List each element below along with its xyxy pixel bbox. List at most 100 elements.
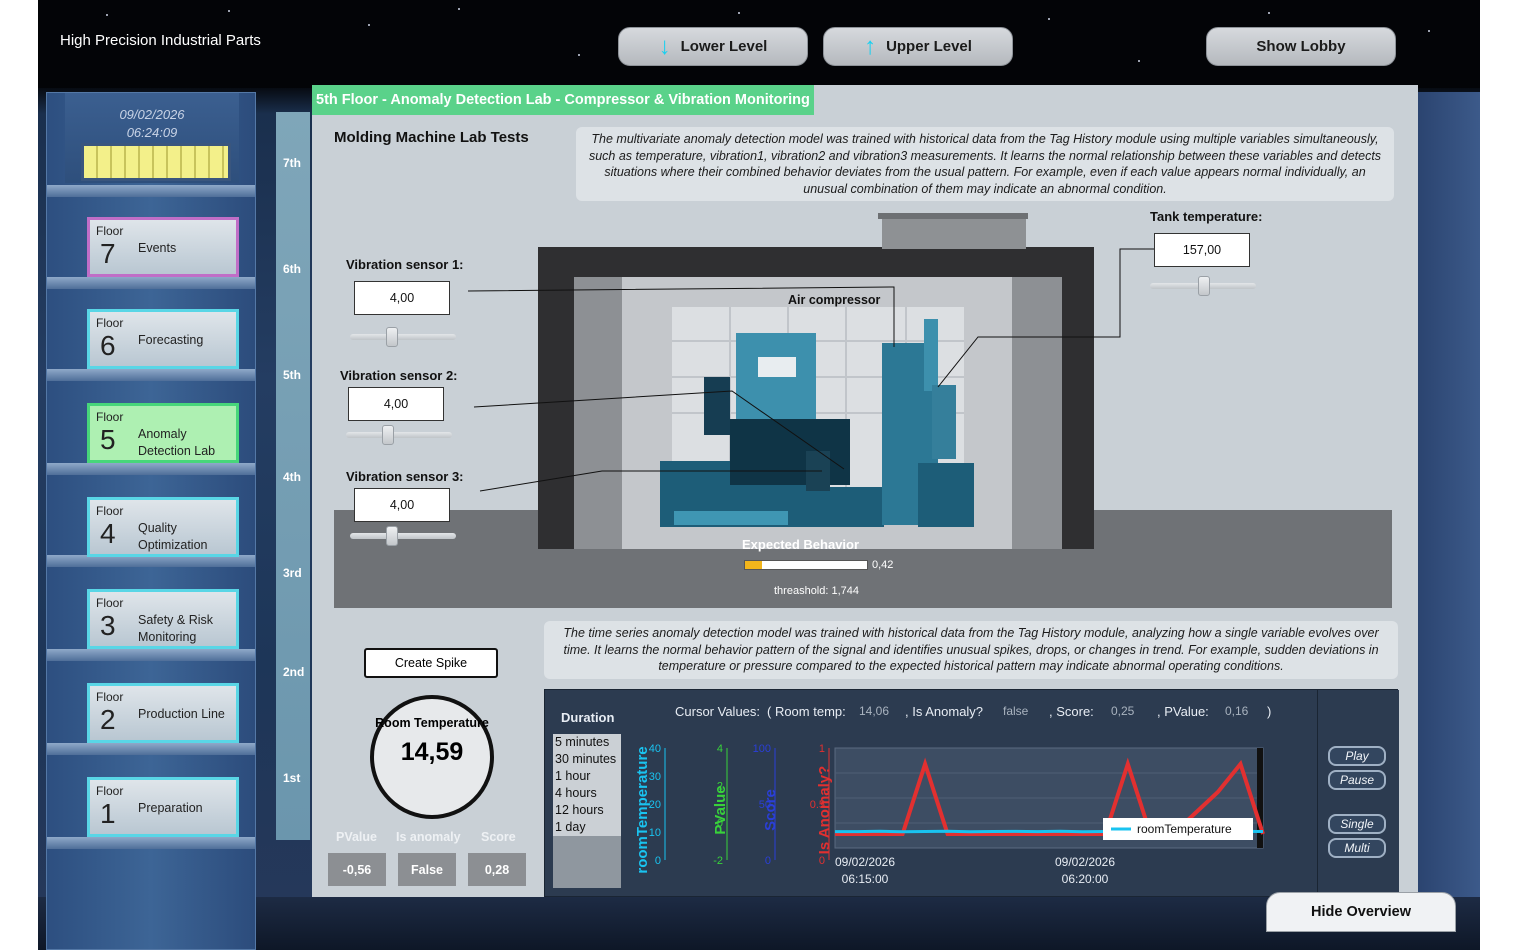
floor-card-3[interactable]: Floor 3 Safety & Risk Monitoring (87, 589, 239, 649)
axis-tick-label: 2 (717, 780, 723, 792)
pvalue-box: -0,56 (328, 853, 386, 886)
is-anomaly-label: Is anomaly (396, 830, 461, 844)
pvalue-cursor-label: , PValue: (1157, 704, 1209, 719)
arrow-down-icon: ↓ (658, 32, 671, 60)
lower-level-button[interactable]: ↓ Lower Level (618, 27, 808, 66)
floor-number: 5 (100, 424, 116, 455)
pause-button[interactable]: Pause (1328, 770, 1386, 790)
cursor-values-label: Cursor Values: (675, 704, 761, 719)
room-temperature-value: 14,59 (400, 738, 464, 766)
floor-card-6[interactable]: Floor 6 Forecasting (87, 309, 239, 369)
ledge (47, 743, 255, 755)
arrow-up-icon: ↑ (864, 32, 877, 60)
expected-behavior-bar (744, 560, 868, 570)
room-temp-label: ( Room temp: (767, 704, 846, 719)
is-anomaly-cursor-label: , Is Anomaly? (905, 704, 984, 719)
floor-name: Events (138, 241, 177, 255)
level-label-7: 7th (283, 156, 301, 170)
axis-tick-label: 40 (649, 743, 661, 755)
duration-option[interactable]: 12 hours (553, 802, 621, 819)
floor-card-5[interactable]: Floor 5 Anomaly Detection Lab (87, 403, 239, 463)
floor-label: Floor (96, 316, 124, 330)
level-label-1: 1st (283, 771, 301, 785)
tower-lit-window (81, 143, 231, 181)
ledge (47, 463, 255, 475)
score-cursor-label: , Score: (1049, 704, 1094, 719)
duration-option[interactable]: 4 hours (553, 785, 621, 802)
ledge (47, 277, 255, 289)
sensor-leader-lines (467, 248, 1154, 492)
expected-behavior-label: Expected Behavior (742, 537, 860, 552)
floor-name: Production Line (138, 707, 225, 721)
floor-label: Floor (96, 596, 124, 610)
axis-tick-label: 0 (655, 855, 661, 867)
duration-option[interactable]: 5 minutes (553, 734, 621, 751)
legend-label: roomTemperature (1137, 822, 1232, 836)
lab-panel: 5th Floor - Anomaly Detection Lab - Comp… (312, 85, 1418, 898)
duration-list[interactable]: 5 minutes 30 minutes 1 hour 4 hours 12 h… (553, 734, 621, 888)
level-label-6: 6th (283, 262, 301, 276)
is-anomaly-box: False (398, 853, 456, 886)
upper-level-button[interactable]: ↑ Upper Level (823, 27, 1013, 66)
axis-tick-label: 100 (753, 743, 771, 755)
lower-level-label: Lower Level (680, 38, 768, 55)
floor-name: Preparation (138, 801, 203, 815)
ledge (47, 837, 255, 849)
axis-tick-label: 1 (819, 743, 825, 755)
score-box: 0,28 (468, 853, 526, 886)
floor-label: Floor (96, 784, 124, 798)
floor-card-1[interactable]: Floor 1 Preparation (87, 777, 239, 837)
pvalue-label: PValue (336, 830, 377, 844)
play-button[interactable]: Play (1328, 746, 1386, 766)
floor-number: 6 (100, 330, 116, 361)
single-button[interactable]: Single (1328, 814, 1386, 834)
level-label-5: 5th (283, 368, 301, 382)
floor-card-2[interactable]: Floor 2 Production Line (87, 683, 239, 743)
room-temperature-title: Room Temperature (375, 716, 489, 730)
floor-name: Safety & Risk Monitoring (138, 613, 214, 644)
floor-number: 7 (100, 238, 116, 269)
x-tick-time: 06:20:00 (1062, 872, 1109, 886)
tower-date: 09/02/2026 (119, 107, 185, 122)
duration-option[interactable]: 30 minutes (553, 751, 621, 768)
score-cursor-value: 0,25 (1111, 704, 1135, 718)
x-tick-date: 09/02/2026 (835, 855, 895, 869)
axis-tick-label: 30 (649, 771, 661, 783)
room-temperature-gauge: Room Temperature 14,59 (370, 695, 494, 819)
floor-card-4[interactable]: Floor 4 Quality Optimization (87, 497, 239, 557)
score-label: Score (481, 830, 516, 844)
floor-label: Floor (96, 410, 124, 424)
floor-label: Floor (96, 224, 124, 238)
anomaly-chart: Duration Cursor Values: ( Room temp: 14,… (544, 689, 1399, 898)
timeseries-info: The time series anomaly detection model … (544, 621, 1398, 679)
room-temp-value: 14,06 (859, 704, 890, 718)
floor-label: Floor (96, 690, 124, 704)
tower-time: 06:24:09 (126, 125, 178, 140)
duration-option[interactable]: 1 hour (553, 768, 621, 785)
multi-button[interactable]: Multi (1328, 838, 1386, 858)
x-tick-date: 09/02/2026 (1055, 855, 1115, 869)
top-bar: High Precision Industrial Parts ↓ Lower … (38, 0, 1480, 88)
axis-tick-label: 20 (649, 799, 661, 811)
chart-plot[interactable]: roomTemperature 010203040PValue-2024Score… (629, 730, 1313, 890)
threshold-label: threashold: 1,744 (774, 585, 860, 597)
brand-title: High Precision Industrial Parts (60, 32, 261, 49)
hide-overview-button[interactable]: Hide Overview (1266, 892, 1456, 932)
floor-card-7[interactable]: Floor 7 Events (87, 217, 239, 277)
axis-tick-label: 0 (765, 855, 771, 867)
axis-tick-label: 0 (717, 818, 723, 830)
duration-option[interactable]: 1 day (553, 819, 621, 836)
floor-number: 3 (100, 610, 116, 641)
create-spike-button[interactable]: Create Spike (364, 648, 498, 678)
floor-tower: 09/02/2026 06:24:09 Floor 7 Events Floor… (46, 92, 256, 950)
expected-behavior-fill (745, 561, 763, 569)
floor-number: 4 (100, 518, 116, 549)
floor-number: 1 (100, 798, 116, 829)
show-lobby-button[interactable]: Show Lobby (1206, 27, 1396, 66)
expected-behavior-value: 0,42 (872, 559, 894, 571)
level-label-2: 2nd (283, 665, 305, 679)
pvalue-cursor-value: 0,16 (1225, 704, 1249, 718)
floor-label: Floor (96, 504, 124, 518)
app-frame: High Precision Industrial Parts ↓ Lower … (38, 0, 1480, 950)
chart-controls: Play Pause Single Multi (1317, 690, 1399, 898)
